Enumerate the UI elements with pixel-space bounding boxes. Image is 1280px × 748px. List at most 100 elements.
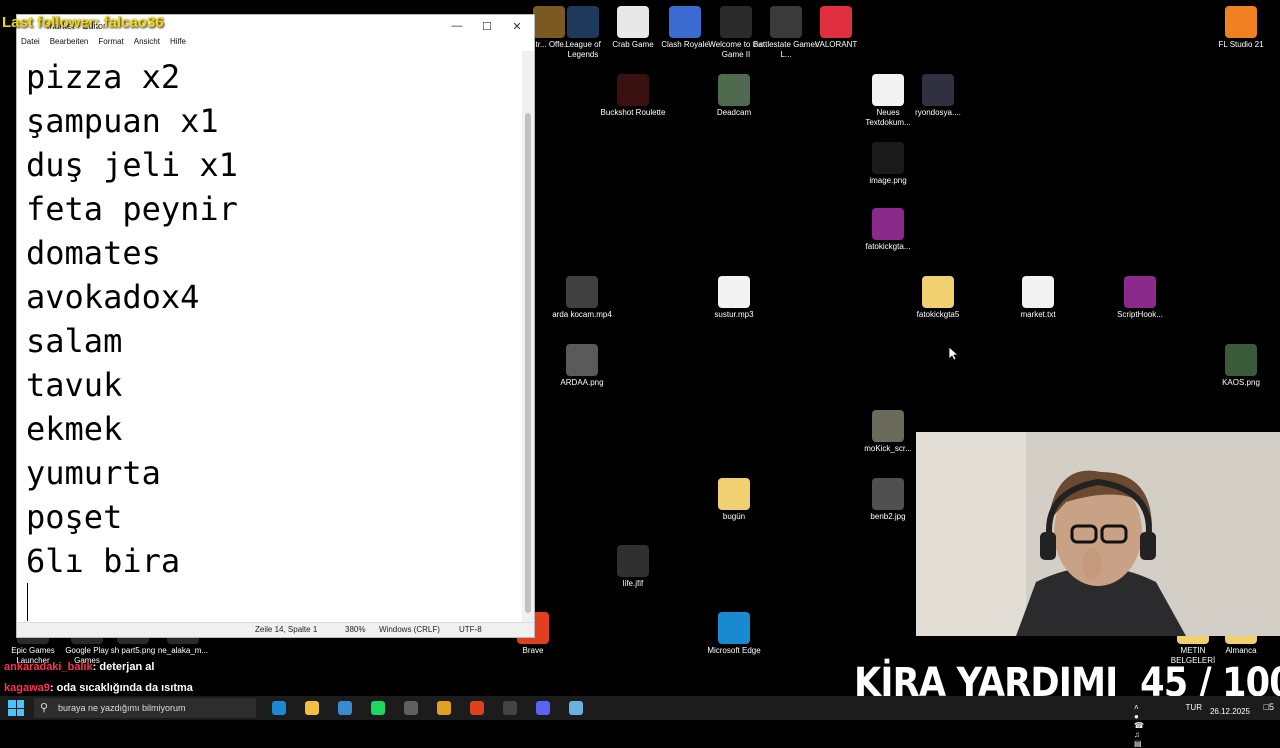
desktop-icon[interactable]: benb2.jpg	[855, 478, 921, 522]
chat-text: : deterjan al	[92, 661, 155, 673]
menu-hilfe[interactable]: Hilfe	[170, 37, 186, 49]
text-line[interactable]: şampuan x1	[26, 99, 523, 143]
text-line[interactable]: poşet	[26, 495, 523, 539]
desktop-icon[interactable]: sustur.mp3	[701, 276, 767, 320]
text-line[interactable]: 6lı bira	[26, 539, 523, 583]
text-line[interactable]: pizza x2	[26, 55, 523, 99]
minimize-icon[interactable]: —	[442, 15, 472, 37]
desktop-icon[interactable]: fatokickgta...	[855, 208, 921, 252]
video-file-icon	[566, 276, 598, 308]
desktop-icon[interactable]: ARDAA.png	[549, 344, 615, 388]
discord-icon[interactable]	[530, 698, 556, 718]
text-document-icon	[872, 74, 904, 106]
vertical-scrollbar[interactable]	[522, 51, 534, 625]
desktop-icon-label: Almanca	[1225, 646, 1257, 655]
close-icon[interactable]: ✕	[502, 15, 532, 37]
notifications-button[interactable]: □5	[1264, 702, 1274, 712]
desktop-icon[interactable]: FL Studio 21	[1208, 6, 1274, 50]
desktop-icon[interactable]: Microsoft Edge	[701, 612, 767, 656]
clock-date[interactable]: 26.12.2025	[1210, 707, 1250, 716]
encoding: UTF-8	[459, 625, 482, 634]
desktop-icon-label: fatokickgta5	[916, 310, 960, 319]
audio-file-icon	[718, 276, 750, 308]
crab-game-icon	[617, 6, 649, 38]
calculator-icon[interactable]	[398, 698, 424, 718]
desktop-icon-label: ryondosya....	[915, 108, 961, 117]
desktop-icon-label: arda kocam.mp4	[552, 310, 612, 319]
scrollbar-thumb[interactable]	[525, 113, 531, 613]
desktop-icon[interactable]: moKick_scr...	[855, 410, 921, 454]
desktop-icon-label: market.txt	[1020, 310, 1056, 319]
text-line[interactable]: ekmek	[26, 407, 523, 451]
winrar-icon	[1124, 276, 1156, 308]
notepad-window[interactable]: market - Editor — ☐ ✕ Datei Bearbeiten F…	[16, 14, 535, 638]
desktop-icon[interactable]: image.png	[855, 142, 921, 186]
desktop-icon-label: Brave	[522, 646, 544, 655]
notepad-menubar: Datei Bearbeiten Format Ansicht Hilfe	[17, 37, 534, 49]
file-explorer-icon[interactable]	[299, 698, 325, 718]
maximize-icon[interactable]: ☐	[472, 15, 502, 37]
text-line[interactable]: avokadox4	[26, 275, 523, 319]
menu-bearbeiten[interactable]: Bearbeiten	[50, 37, 89, 49]
desktop-icon[interactable]: bugün	[701, 478, 767, 522]
webcam-feed	[916, 432, 1280, 636]
desktop-icon[interactable]: market.txt	[1005, 276, 1071, 320]
desktop-icon[interactable]: VALORANT	[803, 6, 869, 50]
cursor-position: Zeile 14, Spalte 1	[255, 625, 318, 634]
clash-royale-icon	[669, 6, 701, 38]
notepad-icon[interactable]	[563, 698, 589, 718]
video-file-icon	[922, 74, 954, 106]
desktop-icon[interactable]: ScriptHook...	[1107, 276, 1173, 320]
text-line[interactable]	[26, 583, 523, 627]
brave-icon[interactable]	[464, 698, 490, 718]
spotify-icon[interactable]	[365, 698, 391, 718]
battlestate-icon	[770, 6, 802, 38]
desktop-icon[interactable]: Deadcam	[701, 74, 767, 118]
store-icon[interactable]	[332, 698, 358, 718]
text-line[interactable]: salam	[26, 319, 523, 363]
desktop-icon-label: VALORANT	[814, 40, 858, 49]
text-line[interactable]: duş jeli x1	[26, 143, 523, 187]
menu-datei[interactable]: Datei	[21, 37, 40, 49]
chat-message: ankaradaki_balik: deterjan al	[4, 661, 154, 673]
folder-icon	[922, 276, 954, 308]
text-file-icon	[1022, 276, 1054, 308]
menu-format[interactable]: Format	[98, 37, 123, 49]
deadcam-icon	[718, 74, 750, 106]
language-indicator[interactable]: TUR	[1186, 703, 1202, 712]
desktop-icon-label: ne_alaka_m...	[157, 646, 209, 655]
edge-icon[interactable]	[266, 698, 292, 718]
desktop-icon-label: fatokickgta...	[865, 242, 911, 251]
desktop-icon-label: ARDAA.png	[560, 378, 604, 387]
desktop-icon[interactable]: Buckshot Roulette	[600, 74, 666, 118]
menu-ansicht[interactable]: Ansicht	[134, 37, 160, 49]
text-line[interactable]: domates	[26, 231, 523, 275]
desktop-icon-label: image.png	[869, 176, 907, 185]
desktop-icon-label: benb2.jpg	[870, 512, 906, 521]
winrar-icon	[872, 208, 904, 240]
search-input-text: buraya ne yazdığımı bilmiyorum	[58, 703, 186, 713]
edge-icon	[718, 612, 750, 644]
search-input[interactable]: ⚲ buraya ne yazdığımı bilmiyorum	[34, 698, 256, 718]
notepad-text-area[interactable]: pizza x2 şampuan x1 duş jeli x1 feta peynir…	[17, 51, 523, 625]
taskbar: ⚲ buraya ne yazdığımı bilmiyorum ˄ ● ☎ ♫…	[0, 696, 1280, 748]
desktop-icon[interactable]: KAOS.png	[1208, 344, 1274, 388]
line-ending: Windows (CRLF)	[379, 625, 440, 634]
desktop-icon-label: FL Studio 21	[1218, 40, 1264, 49]
search-icon: ⚲	[40, 702, 49, 714]
text-line[interactable]: tavuk	[26, 363, 523, 407]
buckshot-roulette-icon	[617, 74, 649, 106]
desktop-icon[interactable]: arda kocam.mp4	[549, 276, 615, 320]
desktop-icon[interactable]: ryondosya....	[905, 74, 971, 118]
text-line[interactable]: yumurta	[26, 451, 523, 495]
text-line[interactable]: feta peynir	[26, 187, 523, 231]
obs-icon[interactable]	[497, 698, 523, 718]
mouse-cursor-icon	[949, 347, 959, 361]
chrome-icon[interactable]	[431, 698, 457, 718]
desktop-icon[interactable]: life.jfif	[600, 545, 666, 589]
desktop-icon[interactable]: fatokickgta5	[905, 276, 971, 320]
valorant-icon	[820, 6, 852, 38]
windows-start-icon[interactable]	[8, 700, 24, 716]
notification-count: 5	[1268, 702, 1274, 712]
tray-icons[interactable]: ˄ ● ☎ ♫ ▤	[1134, 703, 1144, 748]
